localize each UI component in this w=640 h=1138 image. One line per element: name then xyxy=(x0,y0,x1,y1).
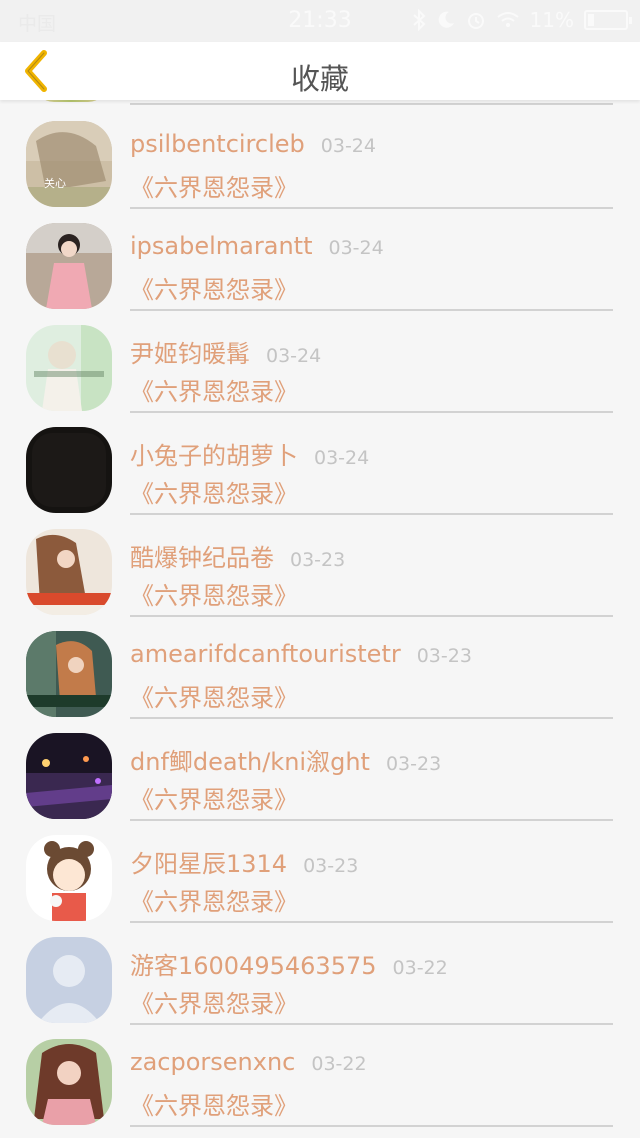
book-title: 《六界恩怨录》 xyxy=(130,990,298,1018)
list-item[interactable]: 游客1600495463575 03-22 《六界恩怨录》 xyxy=(0,920,640,1025)
date-label: 03-24 xyxy=(266,345,322,367)
book-title: 《六界恩怨录》 xyxy=(130,276,298,304)
nav-header: 收藏 xyxy=(0,42,640,100)
avatar xyxy=(26,937,112,1023)
back-button[interactable] xyxy=(14,46,58,96)
favorites-list[interactable]: 关心 psilbentcircleb 03-24 《六界恩怨录》 ipsabelm… xyxy=(0,0,640,1138)
user-name: 尹姬钧暖髯 03-24 xyxy=(130,340,322,368)
list-item[interactable]: 尹姬钧暖髯 03-24 《六界恩怨录》 xyxy=(0,308,640,413)
avatar xyxy=(26,1039,112,1125)
date-label: 03-23 xyxy=(416,645,472,667)
list-item[interactable]: zacporsenxnc 03-22 《六界恩怨录》 xyxy=(0,1022,640,1127)
book-title: 《六界恩怨录》 xyxy=(130,888,298,916)
avatar xyxy=(26,427,112,513)
book-title: 《六界恩怨录》 xyxy=(130,480,298,508)
alarm-icon xyxy=(467,13,484,29)
date-label: 03-23 xyxy=(290,549,346,571)
list-item[interactable]: 酷爆钟纪品卷 03-23 《六界恩怨录》 xyxy=(0,512,640,617)
book-title: 《六界恩怨录》 xyxy=(130,378,298,406)
status-icons: 11% xyxy=(412,8,632,32)
avatar xyxy=(26,529,112,615)
user-name: 酷爆钟纪品卷 03-23 xyxy=(130,544,346,572)
book-title: 《六界恩怨录》 xyxy=(130,684,298,712)
list-item[interactable]: dnf鲫death/kni溆ght 03-23 《六界恩怨录》 xyxy=(0,716,640,821)
divider xyxy=(130,1125,613,1127)
battery-icon xyxy=(584,10,632,30)
book-title: 《六界恩怨录》 xyxy=(130,174,298,202)
user-name: ipsabelmarantt 03-24 xyxy=(130,232,384,260)
battery-percent: 11% xyxy=(529,8,574,32)
user-name: amearifdcanftouristetr 03-23 xyxy=(130,640,472,668)
book-title: 《六界恩怨录》 xyxy=(130,786,298,814)
avatar xyxy=(26,631,112,717)
date-label: 03-24 xyxy=(328,237,384,259)
date-label: 03-24 xyxy=(314,447,370,469)
chevron-left-icon xyxy=(25,50,47,92)
status-bar: 中国 21:33 11% xyxy=(0,0,640,42)
avatar xyxy=(26,835,112,921)
book-title: 《六界恩怨录》 xyxy=(130,1092,298,1120)
date-label: 03-24 xyxy=(320,135,376,157)
user-name: psilbentcircleb 03-24 xyxy=(130,130,376,158)
list-item[interactable]: amearifdcanftouristetr 03-23 《六界恩怨录》 xyxy=(0,614,640,719)
avatar xyxy=(26,325,112,411)
page-title: 收藏 xyxy=(290,62,349,96)
user-name: 游客1600495463575 03-22 xyxy=(130,952,448,980)
wifi-icon xyxy=(496,12,519,27)
svg-text:关心: 关心 xyxy=(44,176,66,190)
list-item[interactable]: 小兔子的胡萝卜 03-24 《六界恩怨录》 xyxy=(0,410,640,515)
list-item[interactable]: 夕阳星辰1314 03-23 《六界恩怨录》 xyxy=(0,818,640,923)
avatar: 关心 xyxy=(26,121,112,207)
date-label: 03-22 xyxy=(311,1053,367,1075)
user-name: 小兔子的胡萝卜 03-24 xyxy=(130,442,370,470)
date-label: 03-22 xyxy=(392,957,448,979)
user-name: dnf鲫death/kni溆ght 03-23 xyxy=(130,748,442,776)
favorites-screen: 关心 psilbentcircleb 03-24 《六界恩怨录》 ipsabelm… xyxy=(0,0,640,1138)
date-label: 03-23 xyxy=(385,753,442,775)
book-title: 《六界恩怨录》 xyxy=(130,582,298,610)
moon-icon xyxy=(438,11,454,28)
bluetooth-icon xyxy=(412,9,425,31)
avatar xyxy=(26,733,112,819)
avatar xyxy=(26,223,112,309)
user-name: 夕阳星辰1314 03-23 xyxy=(130,850,359,878)
date-label: 03-23 xyxy=(303,855,359,877)
user-name: zacporsenxnc 03-22 xyxy=(130,1048,367,1076)
list-item[interactable]: ipsabelmarantt 03-24 《六界恩怨录》 xyxy=(0,206,640,311)
list-item[interactable]: 关心 psilbentcircleb 03-24 《六界恩怨录》 xyxy=(0,104,640,209)
